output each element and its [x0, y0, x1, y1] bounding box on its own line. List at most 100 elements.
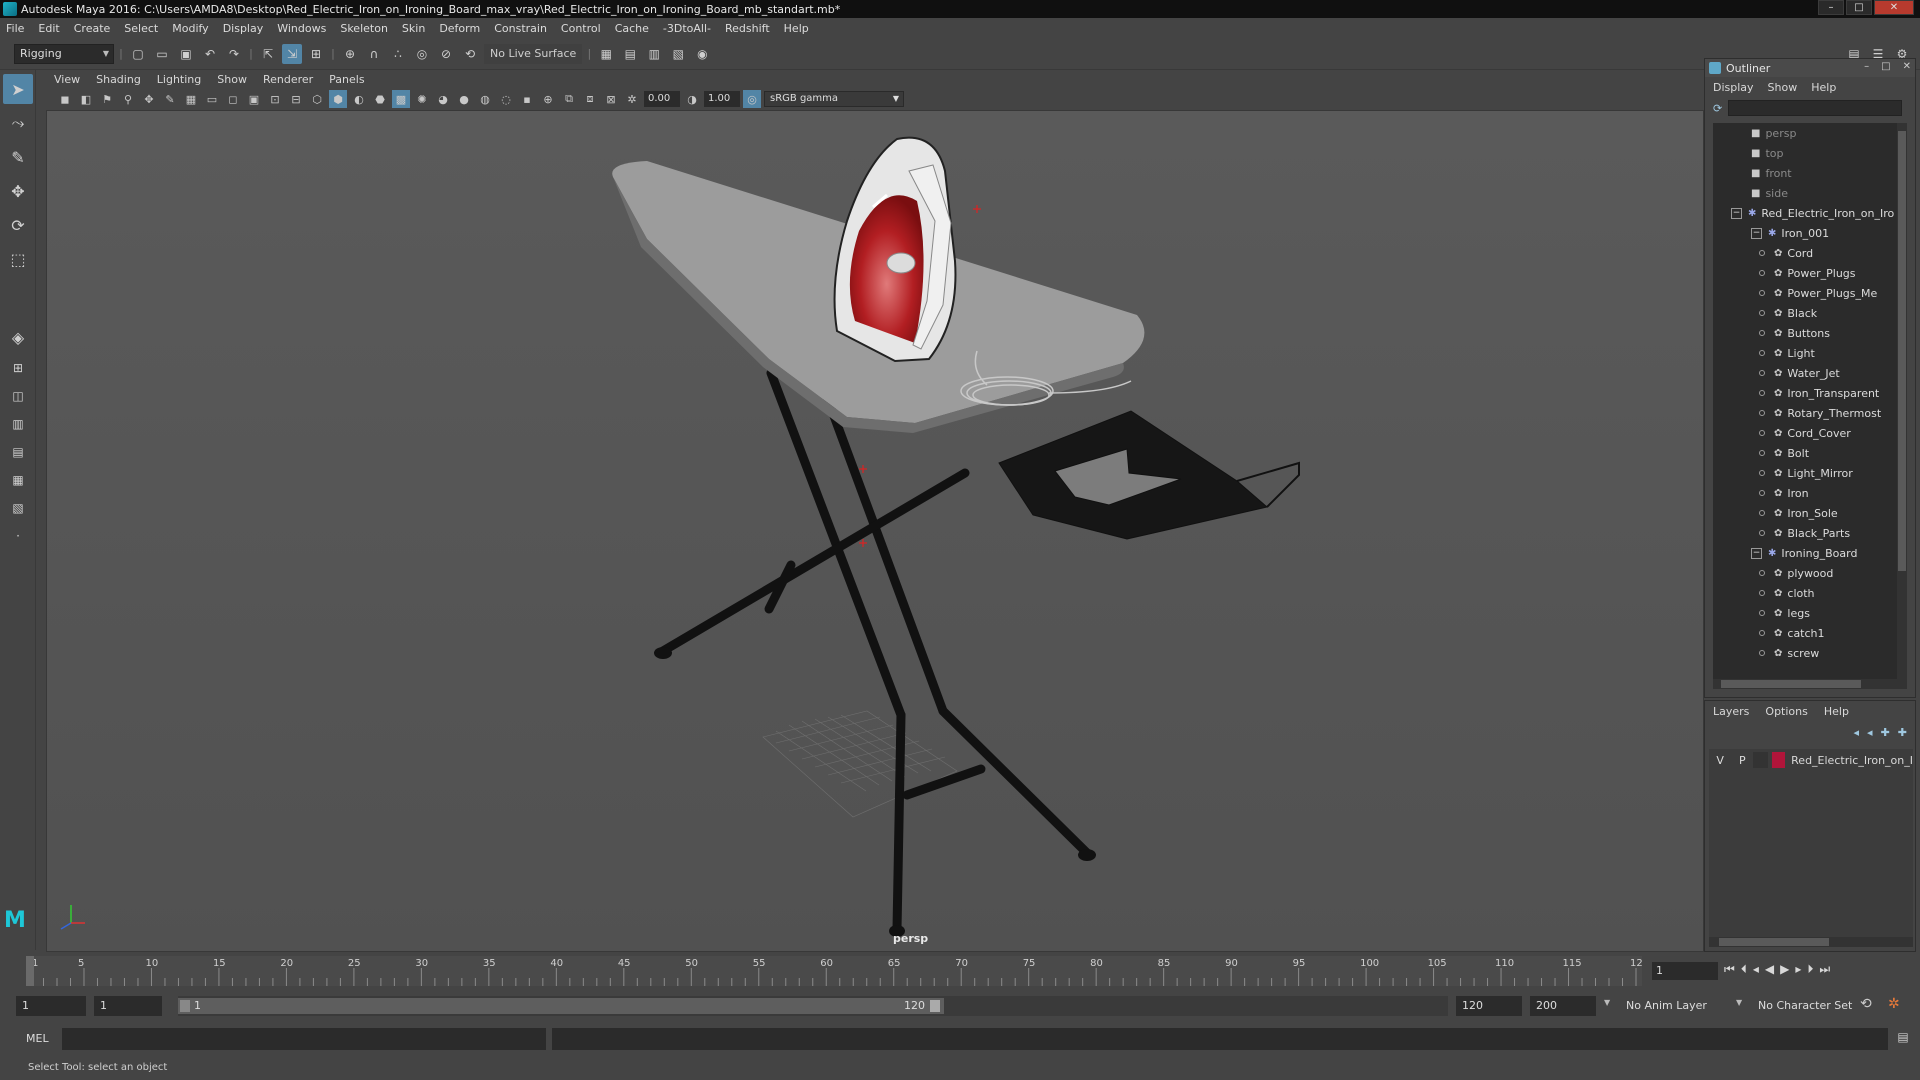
range-fill[interactable]: [178, 998, 944, 1014]
move-layer-up-icon[interactable]: ◂: [1854, 726, 1860, 739]
camera-select-icon[interactable]: ◼: [56, 90, 74, 108]
smooth-shade-icon[interactable]: ⬢: [329, 90, 347, 108]
motion-blur-icon[interactable]: ◍: [476, 90, 494, 108]
tree-item-mesh[interactable]: ✿ Cord: [1713, 243, 1907, 263]
make-live-icon[interactable]: ⟲: [460, 44, 480, 64]
playback-end-field[interactable]: 120: [1456, 996, 1522, 1016]
outliner-horizontal-scrollbar[interactable]: [1713, 679, 1907, 689]
panel-menu-lighting[interactable]: Lighting: [157, 73, 201, 86]
render-settings-icon[interactable]: ▧: [668, 44, 688, 64]
menu-redshift[interactable]: Redshift: [725, 22, 770, 35]
layer-display-type[interactable]: [1753, 752, 1769, 768]
open-scene-icon[interactable]: ▭: [152, 44, 172, 64]
range-start-handle[interactable]: [180, 1000, 190, 1012]
menu-skin[interactable]: Skin: [402, 22, 425, 35]
step-back-key-icon[interactable]: ⏴: [1741, 962, 1747, 977]
xray-active-icon[interactable]: ⧈: [581, 90, 599, 108]
layout-custom-icon[interactable]: ▧: [3, 496, 33, 520]
move-layer-down-icon[interactable]: ◂: [1867, 726, 1873, 739]
outliner-search-input[interactable]: [1728, 100, 1903, 116]
film-gate-icon[interactable]: ▭: [203, 90, 221, 108]
gamma-icon[interactable]: ◑: [683, 90, 701, 108]
collapse-icon[interactable]: −: [1751, 547, 1762, 559]
tree-item-mesh[interactable]: ✿ cloth: [1713, 583, 1907, 603]
lasso-tool-icon[interactable]: ⤳: [3, 108, 33, 138]
step-back-frame-icon[interactable]: ◂: [1753, 962, 1759, 977]
menu-constrain[interactable]: Constrain: [494, 22, 547, 35]
tree-item-board-group[interactable]: − ✱ Ironing_Board: [1713, 543, 1907, 563]
snap-grid-icon[interactable]: ⊕: [340, 44, 360, 64]
select-hierarchy-icon[interactable]: ⇱: [258, 44, 278, 64]
menu-display[interactable]: Display: [223, 22, 264, 35]
go-to-end-icon[interactable]: ⏭: [1819, 962, 1830, 977]
anim-layer-dropdown-arrow[interactable]: ▼: [1604, 998, 1610, 1007]
grid-icon[interactable]: ▦: [182, 90, 200, 108]
layer-horizontal-scrollbar[interactable]: [1709, 937, 1913, 947]
tree-item-front[interactable]: ■ front: [1713, 163, 1907, 183]
shadows-icon[interactable]: ◕: [434, 90, 452, 108]
play-forwards-icon[interactable]: ▶: [1780, 962, 1789, 977]
layer-color-swatch[interactable]: [1772, 752, 1786, 768]
gate-mask-icon[interactable]: ▣: [245, 90, 263, 108]
panel-menu-view[interactable]: View: [54, 73, 80, 86]
select-component-icon[interactable]: ⊞: [306, 44, 326, 64]
panel-menu-panels[interactable]: Panels: [329, 73, 364, 86]
outliner-menu-help[interactable]: Help: [1811, 81, 1836, 94]
tree-item-mesh[interactable]: ✿ Buttons: [1713, 323, 1907, 343]
scroll-thumb[interactable]: [1898, 131, 1906, 571]
wireframe-icon[interactable]: ⬡: [308, 90, 326, 108]
time-slider-track[interactable]: 1 5 10 15 20 25 30 35 40 45 50 55 60 65 70 75 80 85 90 95 10…: [26, 956, 1649, 986]
render-frame-icon[interactable]: ▤: [620, 44, 640, 64]
tree-item-mesh[interactable]: ✿ Iron: [1713, 483, 1907, 503]
tree-item-persp[interactable]: ■ persp: [1713, 123, 1907, 143]
save-scene-icon[interactable]: ▣: [176, 44, 196, 64]
layout-graph-persp-icon[interactable]: ▤: [3, 440, 33, 464]
ipr-render-icon[interactable]: ▥: [644, 44, 664, 64]
snap-point-icon[interactable]: ∴: [388, 44, 408, 64]
menu-select[interactable]: Select: [124, 22, 158, 35]
new-layer-icon[interactable]: ✚: [1881, 726, 1890, 739]
use-default-material-icon[interactable]: ◐: [350, 90, 368, 108]
soft-select-icon[interactable]: ◈: [3, 322, 33, 352]
rotate-tool-icon[interactable]: ⟳: [3, 210, 33, 240]
live-surface-field[interactable]: No Live Surface: [484, 43, 583, 64]
layer-menu-help[interactable]: Help: [1824, 705, 1849, 718]
outliner-vertical-scrollbar[interactable]: [1897, 123, 1907, 679]
tree-item-mesh[interactable]: ✿ Black: [1713, 303, 1907, 323]
tree-item-mesh[interactable]: ✿ Cord_Cover: [1713, 423, 1907, 443]
tree-item-mesh[interactable]: ✿ Black_Parts: [1713, 523, 1907, 543]
screen-space-ao-icon[interactable]: ●: [455, 90, 473, 108]
menu-help[interactable]: Help: [784, 22, 809, 35]
menu-set-dropdown[interactable]: Rigging: [14, 43, 114, 64]
exposure-field[interactable]: 0.00: [644, 91, 680, 107]
menu-cache[interactable]: Cache: [615, 22, 649, 35]
view-transform-dropdown[interactable]: sRGB gamma: [764, 91, 904, 107]
animation-start-field[interactable]: 1: [16, 996, 86, 1016]
outliner-minimize-button[interactable]: –: [1864, 61, 1869, 72]
wireframe-on-shaded-icon[interactable]: ⬣: [371, 90, 389, 108]
redo-icon[interactable]: ↷: [224, 44, 244, 64]
tree-item-mesh[interactable]: ✿ plywood: [1713, 563, 1907, 583]
layer-menu-layers[interactable]: Layers: [1713, 705, 1749, 718]
step-forward-key-icon[interactable]: ⏵: [1807, 962, 1813, 977]
script-editor-icon[interactable]: ▤: [1894, 1030, 1912, 1048]
isolate-select-icon[interactable]: ⊕: [539, 90, 557, 108]
menu-skeleton[interactable]: Skeleton: [340, 22, 388, 35]
outliner-menu-display[interactable]: Display: [1713, 81, 1754, 94]
safe-action-icon[interactable]: ⊟: [287, 90, 305, 108]
current-frame-field[interactable]: 1: [1652, 962, 1718, 980]
command-language-label[interactable]: MEL: [26, 1032, 49, 1045]
layer-playback-toggle[interactable]: P: [1731, 754, 1753, 767]
viewport-persp[interactable]: persp: [46, 110, 1704, 952]
character-set-dropdown[interactable]: No Character Set: [1752, 996, 1868, 1016]
tree-item-mesh[interactable]: ✿ Power_Plugs_Me: [1713, 283, 1907, 303]
paint-select-tool-icon[interactable]: ✎: [3, 142, 33, 172]
auto-key-icon[interactable]: ⟲: [1860, 996, 1872, 1012]
tree-item-mesh[interactable]: ✿ Rotary_Thermost: [1713, 403, 1907, 423]
new-layer-selected-icon[interactable]: ✚: [1898, 726, 1907, 739]
menu-windows[interactable]: Windows: [277, 22, 326, 35]
xray-icon[interactable]: ⧉: [560, 90, 578, 108]
tree-item-mesh[interactable]: ✿ Iron_Transparent: [1713, 383, 1907, 403]
close-button[interactable]: ✕: [1874, 0, 1914, 15]
render-view-icon[interactable]: ▦: [596, 44, 616, 64]
